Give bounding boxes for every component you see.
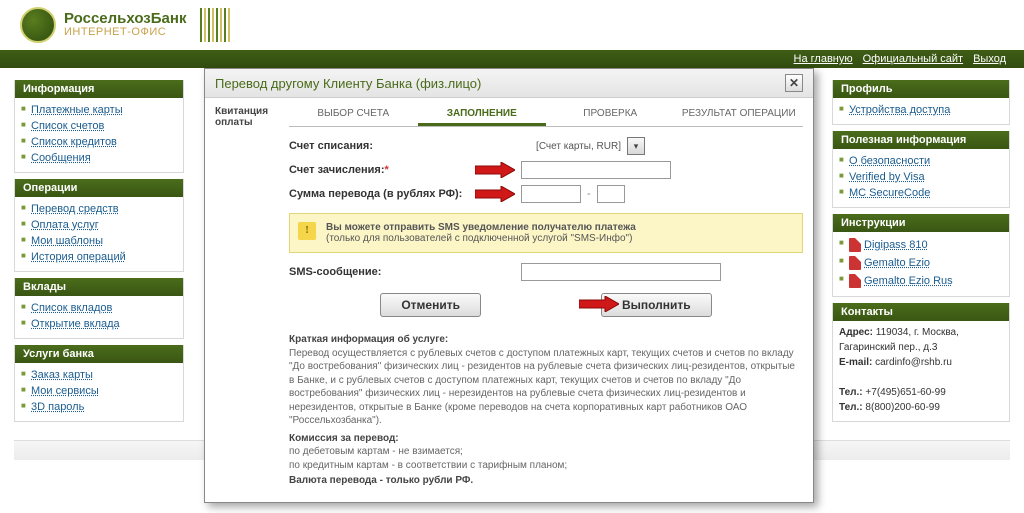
- right-hdr-useful: Полезная информация: [833, 131, 1009, 149]
- info-body: Перевод осуществляется с рублевых счетов…: [289, 347, 803, 428]
- left-hdr-deposits: Вклады: [15, 278, 183, 296]
- transfer-dialog: Перевод другому Клиенту Банка (физ.лицо)…: [204, 68, 814, 503]
- sidebar-item-digipass[interactable]: Digipass 810: [864, 239, 928, 251]
- logo-stripes-icon: [200, 8, 230, 42]
- tel-label-2: Тел.:: [839, 402, 863, 413]
- sidebar-item-transfer[interactable]: Перевод средств: [31, 203, 119, 215]
- dialog-title: Перевод другому Клиенту Банка (физ.лицо): [215, 76, 481, 91]
- service-info: Краткая информация об услуге: Перевод ос…: [289, 333, 803, 488]
- sidebar-item-vbv[interactable]: Verified by Visa: [849, 171, 925, 183]
- sms-notice-bold: Вы можете отправить SMS уведомление полу…: [326, 222, 792, 233]
- tel2-value: 8(800)200-60-99: [865, 402, 940, 413]
- pdf-icon: [849, 274, 861, 288]
- address-label: Адрес:: [839, 327, 873, 338]
- credit-account-label: Счет зачисления:*: [289, 164, 469, 176]
- nav-home[interactable]: На главную: [794, 53, 853, 65]
- sidebar-item-messages[interactable]: Сообщения: [31, 152, 91, 164]
- logo-emblem-icon: [20, 7, 56, 43]
- tab-select-account[interactable]: ВЫБОР СЧЕТА: [289, 104, 418, 126]
- debit-account-value: [Счет карты, RUR]: [521, 141, 621, 152]
- top-nav: На главную Официальный сайт Выход: [0, 50, 1024, 68]
- contacts-block: Адрес: 119034, г. Москва, Гагаринский пе…: [833, 321, 1009, 421]
- debit-account-label: Счет списания:: [289, 140, 469, 152]
- annotation-arrow-icon: [475, 186, 515, 202]
- pdf-icon: [849, 238, 861, 252]
- sidebar-item-mcsc[interactable]: MC SecureCode: [849, 187, 930, 199]
- tel1-value: +7(495)651-60-99: [865, 387, 945, 398]
- sms-notice-sub: (только для пользователей с подключенной…: [326, 233, 632, 244]
- sidebar-item-history[interactable]: История операций: [31, 251, 126, 263]
- sms-message-input[interactable]: [521, 263, 721, 281]
- sidebar-item-templates[interactable]: Мои шаблоны: [31, 235, 103, 247]
- sms-message-label: SMS-сообщение:: [289, 266, 469, 278]
- bank-logo: РоссельхозБанк ИНТЕРНЕТ-ОФИС: [20, 7, 230, 43]
- right-hdr-contacts: Контакты: [833, 303, 1009, 321]
- debit-account-dropdown[interactable]: ▾: [627, 137, 645, 155]
- sidebar-item-security[interactable]: О безопасности: [849, 155, 930, 167]
- annotation-arrow-icon: [579, 296, 619, 315]
- annotation-arrow-icon: [475, 162, 515, 178]
- info-title: Краткая информация об услуге:: [289, 333, 803, 347]
- amount-rub-input[interactable]: [521, 185, 581, 203]
- dialog-titlebar: Перевод другому Клиенту Банка (физ.лицо)…: [205, 69, 813, 98]
- sidebar-item-gemalto-rus[interactable]: Gemalto Ezio Rus: [864, 275, 953, 287]
- currency-note: Валюта перевода - только рубли РФ.: [289, 474, 803, 488]
- left-sidebar: Информация Платежные карты Список счетов…: [14, 80, 184, 428]
- sidebar-item-cards[interactable]: Платежные карты: [31, 104, 123, 116]
- right-hdr-profile: Профиль: [833, 80, 1009, 98]
- receipt-label: Квитанция оплаты: [215, 104, 281, 488]
- fee-credit: по кредитным картам - в соответствии с т…: [289, 459, 803, 473]
- tab-check[interactable]: ПРОВЕРКА: [546, 104, 675, 126]
- email-value: cardinfo@rshb.ru: [875, 357, 952, 368]
- tab-result[interactable]: РЕЗУЛЬТАТ ОПЕРАЦИИ: [675, 104, 804, 126]
- fee-title: Комиссия за перевод:: [289, 432, 803, 446]
- sidebar-item-pay[interactable]: Оплата услуг: [31, 219, 99, 231]
- sidebar-item-open-deposit[interactable]: Открытие вклада: [31, 318, 120, 330]
- tab-fill[interactable]: ЗАПОЛНЕНИЕ: [418, 104, 547, 126]
- right-sidebar: Профиль Устройства доступа Полезная инфо…: [832, 80, 1010, 428]
- email-label: E-mail:: [839, 357, 872, 368]
- page-body: Информация Платежные карты Список счетов…: [0, 68, 1024, 440]
- left-hdr-services: Услуги банка: [15, 345, 183, 363]
- amount-kop-input[interactable]: [597, 185, 625, 203]
- sidebar-item-3d-password[interactable]: 3D пароль: [31, 401, 84, 413]
- amount-label: Сумма перевода (в рублях РФ):: [289, 188, 469, 200]
- sidebar-item-access-devices[interactable]: Устройства доступа: [849, 104, 950, 116]
- pdf-icon: [849, 256, 861, 270]
- left-hdr-ops: Операции: [15, 179, 183, 197]
- sidebar-item-deposit-list[interactable]: Список вкладов: [31, 302, 112, 314]
- sidebar-item-credits[interactable]: Список кредитов: [31, 136, 117, 148]
- sidebar-item-gemalto[interactable]: Gemalto Ezio: [864, 257, 930, 269]
- dialog-tabs: ВЫБОР СЧЕТА ЗАПОЛНЕНИЕ ПРОВЕРКА РЕЗУЛЬТА…: [289, 104, 803, 127]
- right-hdr-instr: Инструкции: [833, 214, 1009, 232]
- close-button[interactable]: ✕: [785, 74, 803, 92]
- sidebar-item-order-card[interactable]: Заказ карты: [31, 369, 93, 381]
- close-icon: ✕: [789, 77, 799, 89]
- credit-account-input[interactable]: [521, 161, 671, 179]
- sidebar-item-accounts[interactable]: Список счетов: [31, 120, 104, 132]
- cancel-button[interactable]: Отменить: [380, 293, 481, 317]
- nav-exit[interactable]: Выход: [973, 53, 1006, 65]
- nav-official-site[interactable]: Официальный сайт: [863, 53, 963, 65]
- sidebar-item-my-services[interactable]: Мои сервисы: [31, 385, 99, 397]
- chevron-down-icon: ▾: [634, 141, 639, 152]
- sms-notice: Вы можете отправить SMS уведомление полу…: [289, 213, 803, 253]
- bank-subline: ИНТЕРНЕТ-ОФИС: [64, 27, 186, 39]
- left-hdr-info: Информация: [15, 80, 183, 98]
- bank-name: РоссельхозБанк: [64, 11, 186, 27]
- fee-debit: по дебетовым картам - не взимается;: [289, 445, 803, 459]
- header: РоссельхозБанк ИНТЕРНЕТ-ОФИС: [0, 0, 1024, 50]
- tel-label: Тел.:: [839, 387, 863, 398]
